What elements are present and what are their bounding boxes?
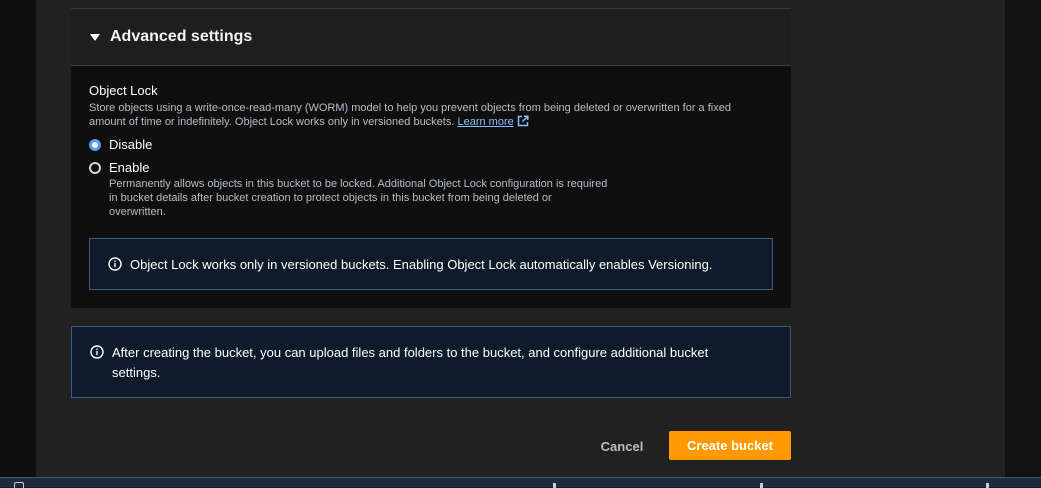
radio-disable-label: Disable: [109, 137, 153, 152]
taskbar-window-icon[interactable]: [14, 482, 24, 488]
radio-disable[interactable]: Disable: [89, 137, 152, 152]
info-icon: [108, 257, 122, 271]
right-margin: [1005, 0, 1041, 477]
object-lock-title: Object Lock: [89, 83, 158, 98]
taskbar-icon[interactable]: [760, 483, 763, 488]
object-lock-description-text: Store objects using a write-once-read-ma…: [89, 102, 731, 128]
after-create-info-text: After creating the bucket, you can uploa…: [112, 345, 709, 380]
radio-disable-control[interactable]: [89, 138, 101, 151]
radio-enable-description: Permanently allows objects in this bucke…: [109, 178, 608, 218]
taskbar-icon[interactable]: [553, 483, 556, 488]
external-link-icon: [517, 115, 529, 127]
object-lock-info-alert: Object Lock works only in versioned buck…: [89, 238, 773, 290]
learn-more-label: Learn more: [457, 116, 514, 128]
learn-more-link[interactable]: Learn more: [457, 115, 529, 128]
info-icon: [90, 345, 104, 359]
advanced-settings-title: Advanced settings: [110, 28, 253, 45]
object-lock-description: Store objects using a write-once-read-ma…: [89, 101, 769, 129]
radio-enable-control[interactable]: [89, 161, 101, 174]
cancel-button[interactable]: Cancel: [596, 432, 648, 460]
create-bucket-button[interactable]: Create bucket: [669, 431, 791, 460]
left-margin: [0, 0, 36, 477]
caret-down-icon: [90, 33, 100, 41]
radio-enable[interactable]: Enable: [89, 160, 149, 175]
taskbar-icon[interactable]: [986, 483, 989, 488]
advanced-settings-toggle[interactable]: Advanced settings: [71, 8, 791, 66]
radio-enable-label: Enable: [109, 160, 150, 175]
os-taskbar: [0, 477, 1041, 488]
advanced-settings-panel: Object Lock Store objects using a write-…: [71, 66, 791, 308]
after-create-info-alert: After creating the bucket, you can uploa…: [71, 326, 791, 398]
object-lock-info-text: Object Lock works only in versioned buck…: [130, 256, 713, 272]
